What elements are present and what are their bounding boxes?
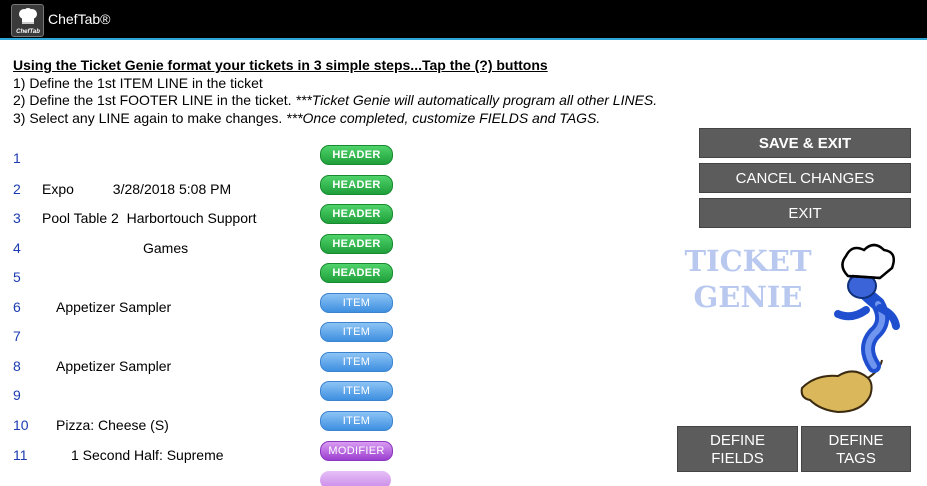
line-text: Pizza: Cheese (S) (56, 417, 169, 433)
ticket-line[interactable]: 7 ITEM (0, 322, 680, 348)
line-tag-button[interactable]: HEADER (320, 145, 393, 165)
instruction-step-2-note: ***Ticket Genie will automatically progr… (295, 92, 658, 108)
define-tags-label-1: DEFINE (828, 432, 884, 449)
line-number: 3 (13, 210, 21, 226)
ticket-line[interactable]: 8 Appetizer Sampler ITEM (0, 352, 680, 378)
chef-hat-icon: ChefTab (11, 4, 44, 37)
line-tag-button[interactable]: ITEM (320, 293, 393, 313)
title-bar: ChefTab ChefTab® (0, 0, 927, 40)
define-fields-label-2: FIELDS (711, 450, 764, 467)
logo-line-genie: GENIE (693, 280, 803, 314)
line-tag-button[interactable]: HEADER (320, 175, 393, 195)
line-tag-button[interactable]: ITEM (320, 381, 393, 401)
exit-button[interactable]: EXIT (699, 198, 911, 228)
app-title: ChefTab® (48, 11, 111, 27)
line-tag-button[interactable]: ITEM (320, 322, 393, 342)
line-tag-button[interactable]: HEADER (320, 204, 393, 224)
instructions-heading: Using the Ticket Genie format your ticke… (13, 57, 548, 73)
genie-icon (800, 243, 900, 414)
instruction-step-2-text: 2) Define the 1st FOOTER LINE in the tic… (13, 92, 296, 108)
instructions: Using the Ticket Genie format your ticke… (13, 57, 657, 127)
ticket-line[interactable]: 6 Appetizer Sampler ITEM (0, 293, 680, 319)
ticket-line[interactable]: 10 Pizza: Cheese (S) ITEM (0, 411, 680, 437)
line-tag-button[interactable]: HEADER (320, 234, 393, 254)
ticket-line[interactable]: 4 Games HEADER (0, 234, 680, 260)
instruction-step-3-note: ***Once completed, customize FIELDS and … (286, 109, 601, 126)
line-tag-button[interactable]: HEADER (320, 263, 393, 283)
cancel-changes-button[interactable]: CANCEL CHANGES (699, 163, 911, 193)
ticket-line[interactable]: 1 HEADER (0, 145, 680, 171)
line-text: Expo 3/28/2018 5:08 PM (42, 181, 232, 197)
line-number: 2 (13, 181, 21, 197)
line-number: 11 (13, 447, 28, 463)
define-fields-label-1: DEFINE (709, 432, 765, 449)
line-number: 8 (13, 358, 21, 374)
define-tags-button[interactable]: DEFINE TAGS (801, 426, 911, 472)
line-text: 1 Second Half: Supreme (71, 447, 224, 463)
define-tags-label-2: TAGS (836, 450, 876, 467)
line-tag-button[interactable]: ITEM (320, 352, 393, 372)
ticket-line[interactable]: 2 Expo 3/28/2018 5:08 PM HEADER (0, 175, 680, 201)
instruction-step-1: 1) Define the 1st ITEM LINE in the ticke… (13, 74, 263, 91)
line-text: Pool Table 2 Harbortouch Support (42, 210, 257, 226)
define-fields-button[interactable]: DEFINE FIELDS (677, 426, 798, 472)
partial-tag-button[interactable] (320, 471, 391, 486)
line-number: 7 (13, 328, 21, 344)
instruction-step-2: 2) Define the 1st FOOTER LINE in the tic… (13, 92, 657, 110)
ticket-line[interactable]: 3 Pool Table 2 Harbortouch Support HEADE… (0, 204, 680, 230)
line-tag-button[interactable]: MODIFIER (320, 441, 393, 461)
ticket-line[interactable]: 9 ITEM (0, 381, 680, 407)
line-number: 10 (13, 417, 29, 433)
line-text: Appetizer Sampler (56, 358, 172, 374)
line-number: 5 (13, 269, 21, 285)
app-icon-label: ChefTab (16, 29, 40, 35)
save-exit-button[interactable]: SAVE & EXIT (699, 128, 911, 158)
line-text: Games (143, 240, 189, 256)
line-number: 9 (13, 387, 21, 403)
line-text: Appetizer Sampler (56, 299, 172, 315)
logo-line-ticket: TICKET (684, 244, 812, 278)
line-number: 1 (13, 150, 21, 166)
ticket-genie-logo: TICKET GENIE (684, 243, 812, 315)
ticket-line[interactable]: 5 HEADER (0, 263, 680, 289)
instruction-step-3: 3) Select any LINE again to make changes… (13, 110, 657, 128)
line-number: 6 (13, 299, 21, 315)
ticket-line[interactable]: 11 1 Second Half: Supreme MODIFIER (0, 441, 680, 467)
line-number: 4 (13, 240, 21, 256)
instruction-step-3-text: 3) Select any LINE again to make changes… (13, 109, 287, 126)
line-tag-button[interactable]: ITEM (320, 411, 393, 431)
